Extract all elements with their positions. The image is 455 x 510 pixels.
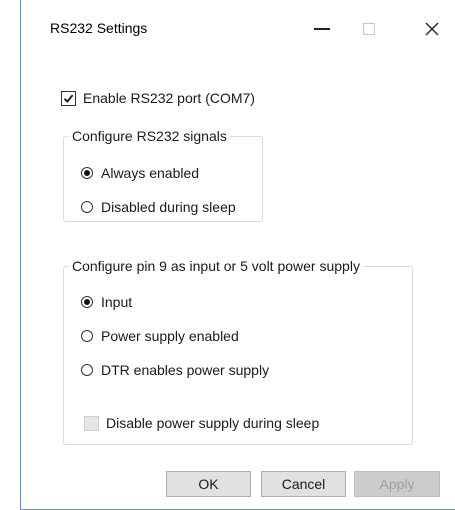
close-icon	[425, 22, 439, 36]
radio-label: Power supply enabled	[101, 328, 239, 344]
checkbox-box[interactable]	[84, 415, 99, 431]
radio-disabled-during-sleep[interactable]: Disabled during sleep	[81, 199, 236, 215]
radio-label: Disabled during sleep	[101, 199, 236, 215]
checkmark-icon	[63, 94, 74, 103]
ok-button[interactable]: OK	[166, 471, 251, 497]
radio-input[interactable]: Input	[81, 294, 132, 310]
radio-dtr-enables-power[interactable]: DTR enables power supply	[81, 362, 269, 378]
checkbox-box[interactable]	[61, 90, 76, 106]
radio-button[interactable]	[81, 330, 93, 342]
apply-button[interactable]: Apply	[354, 471, 440, 497]
radio-button[interactable]	[81, 296, 93, 308]
window-title: RS232 Settings	[50, 20, 148, 36]
radio-label: DTR enables power supply	[101, 362, 270, 378]
minimize-button[interactable]	[299, 14, 345, 44]
maximize-icon	[363, 23, 375, 35]
close-button[interactable]	[409, 14, 455, 44]
enable-port-checkbox[interactable]: Enable RS232 port (COM7)	[61, 90, 255, 106]
maximize-button	[346, 14, 392, 44]
radio-always-enabled[interactable]: Always enabled	[81, 165, 199, 181]
disable-power-sleep-checkbox[interactable]: Disable power supply during sleep	[84, 415, 319, 431]
settings-dialog: RS232 Settings Enable RS232 port (COM7) …	[20, 0, 455, 510]
radio-label: Input	[101, 294, 133, 310]
radio-button[interactable]	[81, 364, 93, 376]
pin9-group-legend: Configure pin 9 as input or 5 volt power…	[69, 257, 363, 275]
title-bar[interactable]: RS232 Settings	[21, 0, 455, 60]
signals-group-legend: Configure RS232 signals	[69, 127, 230, 145]
pin9-groupbox: Configure pin 9 as input or 5 volt power…	[63, 257, 413, 445]
signals-groupbox: Configure RS232 signals Always enabled D…	[63, 127, 263, 222]
radio-button[interactable]	[81, 201, 93, 213]
cancel-button[interactable]: Cancel	[261, 471, 346, 497]
disable-power-sleep-label: Disable power supply during sleep	[106, 415, 320, 431]
radio-label: Always enabled	[101, 165, 200, 181]
enable-port-label: Enable RS232 port (COM7)	[83, 90, 255, 106]
radio-power-supply-enabled[interactable]: Power supply enabled	[81, 328, 239, 344]
radio-button[interactable]	[81, 167, 93, 179]
minimize-icon	[314, 28, 330, 30]
